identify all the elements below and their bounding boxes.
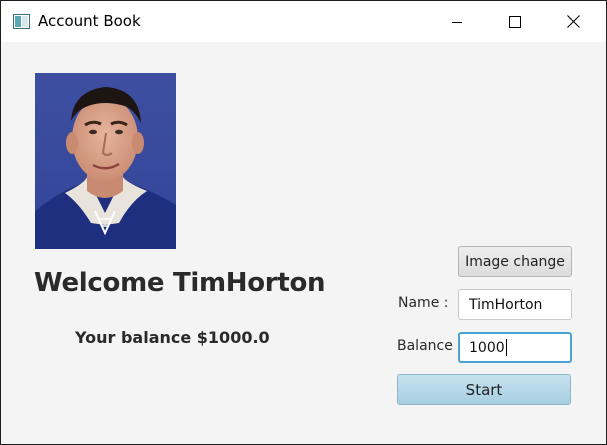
minimize-button[interactable] [434,1,480,42]
profile-photo [35,73,176,249]
app-icon [13,14,30,29]
name-label: Name : [398,295,449,311]
balance-field-value: 1000 [469,339,505,356]
name-field[interactable]: TimHorton [458,289,572,320]
close-button[interactable] [550,1,596,42]
balance-display: Your balance $1000.0 [75,328,270,347]
window-title: Account Book [38,12,141,30]
image-change-button[interactable]: Image change [458,246,572,277]
name-field-value: TimHorton [469,296,543,313]
text-caret [505,339,507,356]
app-window: Account Book Welcome TimHorton Your bala… [0,0,607,445]
title-bar: Account Book [1,1,606,42]
balance-field[interactable]: 1000 [458,332,572,363]
welcome-heading: Welcome TimHorton [34,268,326,298]
maximize-button[interactable] [492,1,538,42]
maximize-icon [509,15,521,28]
start-button[interactable]: Start [397,374,571,405]
balance-label: Balance : [397,338,463,354]
minimize-icon [452,21,462,23]
close-icon [566,15,580,28]
